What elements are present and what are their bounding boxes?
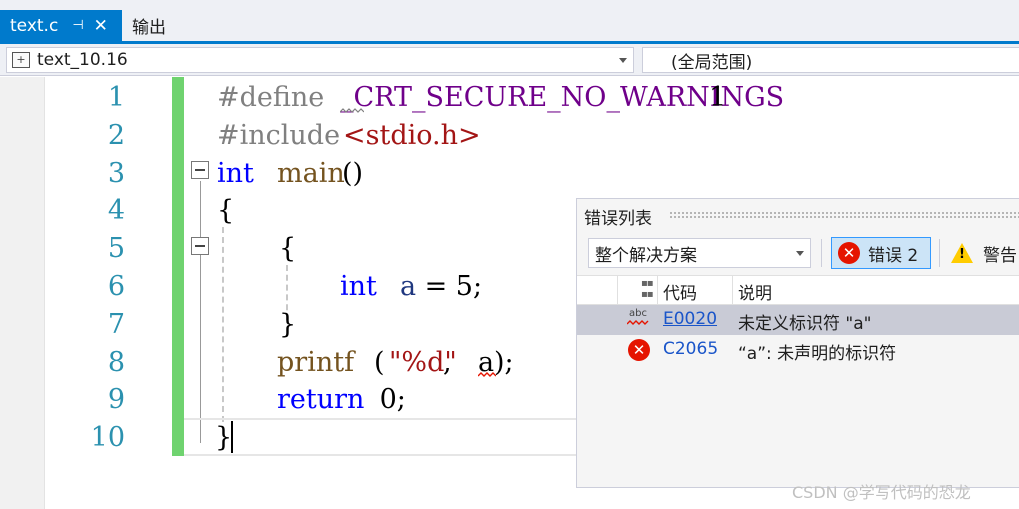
- project-name: text_10.16: [37, 50, 128, 70]
- error-list-panel: 错误列表 整个解决方案 ✕ 错误 2 ! 警告 ▪▪ ▪▪ 代码 说明 abc E…: [576, 198, 1019, 488]
- project-dropdown[interactable]: + text_10.16: [6, 47, 634, 73]
- brace: {: [217, 195, 235, 227]
- column-header-code[interactable]: 代码: [663, 279, 697, 304]
- pin-icon[interactable]: ⊣: [72, 18, 83, 33]
- code-line-2: #include <stdio.h>: [0, 117, 1019, 155]
- error-description: 未定义标识符 "a": [738, 314, 872, 334]
- navigation-bar: + text_10.16 (全局范围): [0, 44, 1019, 76]
- code-text: 0;: [371, 384, 406, 416]
- table-header: ▪▪ ▪▪ 代码 说明: [577, 275, 1019, 306]
- abc-squiggle-icon: abc: [627, 308, 651, 330]
- drag-grip[interactable]: [669, 211, 1019, 219]
- brace: }: [215, 422, 233, 454]
- warnings-filter-button[interactable]: ! 警告: [947, 237, 1019, 269]
- project-icon: +: [12, 52, 30, 68]
- brace: {: [279, 233, 297, 265]
- column-divider: [617, 276, 618, 306]
- tab-output[interactable]: 输出: [132, 10, 166, 41]
- keyword: return: [277, 384, 365, 416]
- panel-title: 错误列表: [577, 199, 1019, 233]
- table-row[interactable]: abc E0020 未定义标识符 "a": [577, 305, 1019, 335]
- error-description: “a”: 未声明的标识符: [738, 344, 897, 364]
- text-caret: [231, 421, 233, 453]
- punctuation: (: [374, 346, 385, 378]
- column-header-description[interactable]: 说明: [738, 279, 772, 304]
- chevron-down-icon: [619, 58, 627, 63]
- code-text: = 5;: [416, 270, 483, 302]
- code-line-1: #define _CRT_SECURE_NO_WARNINGS 1: [0, 79, 1019, 117]
- preprocessor-directive: #include: [217, 119, 341, 151]
- include-header: <stdio.h>: [343, 119, 481, 151]
- variable-name: a: [400, 270, 417, 302]
- error-table: ▪▪ ▪▪ 代码 说明 abc E0020 未定义标识符 "a" ✕ C2065 …: [577, 275, 1019, 365]
- toolbar-separator: [821, 239, 822, 267]
- column-divider: [657, 276, 658, 306]
- error-code-link[interactable]: E0020: [663, 309, 717, 329]
- punctuation: );: [494, 346, 514, 378]
- chevron-down-icon: [796, 251, 804, 256]
- table-row[interactable]: ✕ C2065 “a”: 未声明的标识符: [577, 335, 1019, 365]
- keyword: int: [217, 157, 254, 189]
- code-line-3: int main (): [0, 155, 1019, 193]
- close-icon[interactable]: ✕: [94, 16, 108, 36]
- document-tab-strip: text.c ⊣ ✕ 输出: [0, 0, 1019, 44]
- error-list-title: 错误列表: [584, 208, 652, 229]
- preprocessor-directive: #define: [217, 82, 325, 113]
- warnings-label: 警告: [983, 245, 1017, 266]
- errors-count-label: 错误 2: [868, 245, 919, 266]
- warning-squiggle: [340, 108, 364, 113]
- watermark: CSDN @学写代码的恐龙: [792, 483, 971, 502]
- toolbar-separator: [939, 239, 940, 267]
- brace: }: [279, 308, 297, 340]
- column-divider: [732, 276, 733, 306]
- error-icon: ✕: [628, 339, 650, 361]
- warning-icon: !: [951, 243, 973, 263]
- scope-dropdown[interactable]: (全局范围): [642, 47, 1019, 73]
- error-code-link[interactable]: C2065: [663, 339, 718, 359]
- macro-value: 1: [709, 82, 727, 113]
- punctuation: ,: [443, 346, 461, 378]
- tab-label: text.c: [10, 15, 59, 36]
- function-name: printf: [277, 346, 355, 378]
- keyword: int: [340, 270, 377, 302]
- error-squiggle: [478, 372, 496, 377]
- punctuation: (): [342, 157, 364, 189]
- errors-filter-button[interactable]: ✕ 错误 2: [831, 237, 931, 269]
- filter-icon[interactable]: ▪▪ ▪▪: [641, 278, 654, 300]
- tab-text-c[interactable]: text.c ⊣ ✕: [0, 10, 122, 41]
- scope-filter-dropdown[interactable]: 整个解决方案: [588, 238, 811, 268]
- scope-name: (全局范围): [671, 52, 753, 73]
- scope-filter-value: 整个解决方案: [595, 245, 697, 266]
- error-icon: ✕: [838, 242, 860, 264]
- tab-label: 输出: [132, 18, 166, 38]
- function-name: main: [277, 157, 345, 189]
